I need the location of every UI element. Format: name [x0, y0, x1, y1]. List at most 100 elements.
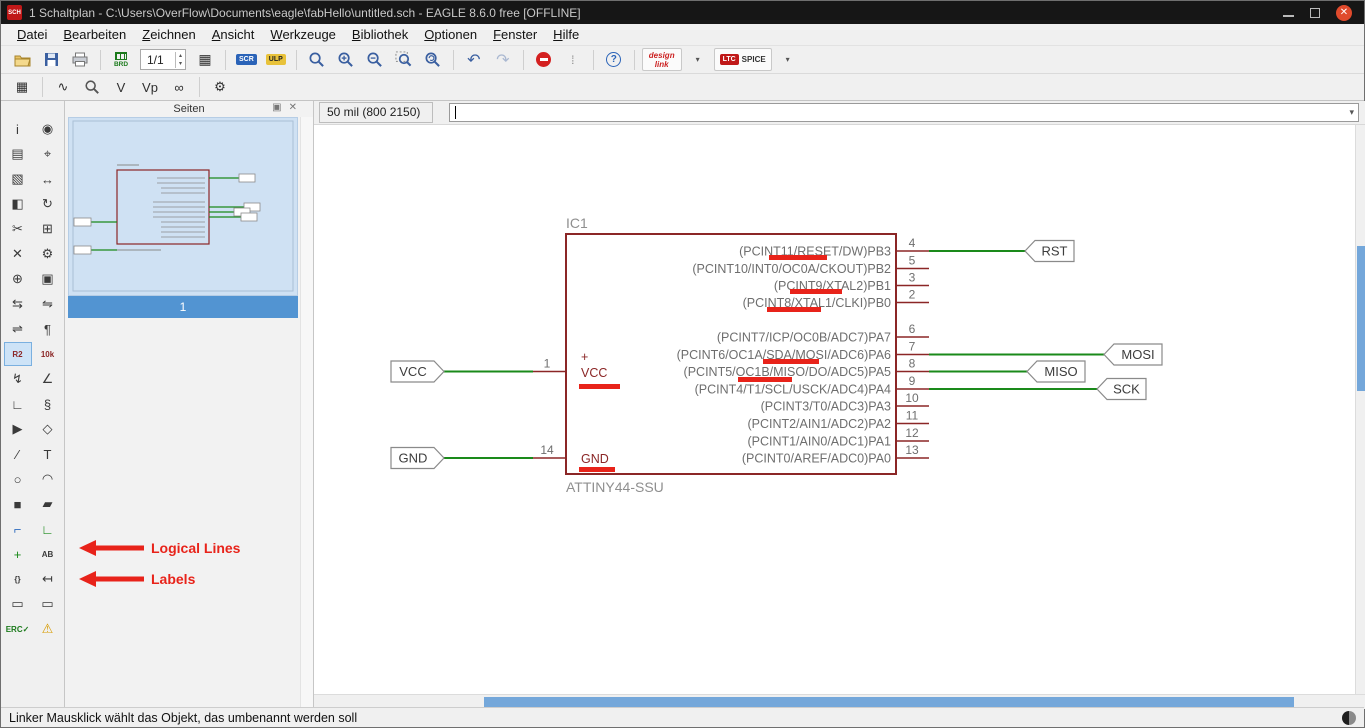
menu-bearbeiten[interactable]: Bearbeiten [55, 25, 134, 44]
schematic-drawing[interactable]: IC1ATTINY44-SSU4(PCINT11/RESET/DW)PB3 RST… [314, 125, 1355, 694]
tool-add-part[interactable]: ⊕ [4, 267, 32, 291]
vertical-scrollbar-thumb[interactable] [1357, 246, 1365, 391]
tool-info[interactable]: i [4, 117, 32, 141]
menu-optionen[interactable]: Optionen [416, 25, 485, 44]
voltage-phase-probe-button[interactable]: Vp [137, 76, 163, 99]
tool-tag[interactable]: ◇ [34, 417, 62, 441]
sheet-spinner[interactable]: ▴ ▾ [175, 51, 185, 68]
tool-net[interactable]: ∟ [34, 517, 62, 541]
maximize-button[interactable] [1310, 7, 1320, 18]
stop-button[interactable] [531, 48, 557, 71]
tool-mark[interactable]: ⌖ [34, 142, 62, 166]
tool-name[interactable]: R2 [3, 342, 32, 366]
tool-gateswap[interactable]: ⇋ [34, 292, 62, 316]
tool-arc[interactable]: ◠ [34, 467, 62, 491]
ltcspice-dropdown[interactable]: ▾ [775, 48, 801, 71]
tool-miter[interactable]: ∠ [34, 367, 62, 391]
tool-display[interactable]: ▤ [4, 142, 32, 166]
voltage-probe-button[interactable]: V [108, 76, 134, 99]
menu-fenster[interactable]: Fenster [485, 25, 545, 44]
tool-module[interactable]: ▭ [34, 592, 62, 616]
switch-to-board-button[interactable]: BRD [108, 48, 134, 71]
tool-richtext[interactable]: ¶ [34, 317, 62, 341]
open-button[interactable] [9, 48, 35, 71]
overflow-dots-icon[interactable]: ⁞ [560, 48, 586, 71]
tool-polygon[interactable]: ▰ [34, 492, 62, 516]
tool-paste[interactable]: ▣ [34, 267, 62, 291]
undo-button[interactable]: ↶ [461, 48, 487, 71]
tool-errors[interactable]: ⚠ [34, 617, 62, 641]
net-label-sck[interactable]: SCK [1113, 382, 1140, 397]
signal-wire-button[interactable]: ∿ [50, 76, 76, 99]
zoom-probe-button[interactable] [79, 76, 105, 99]
run-ulp-button[interactable]: ULP [263, 48, 289, 71]
tool-mirror[interactable]: ◧ [4, 192, 32, 216]
ltcspice-button[interactable]: LTC SPICE [713, 48, 772, 71]
zoom-out-button[interactable] [362, 48, 388, 71]
save-button[interactable] [38, 48, 64, 71]
designlink-button[interactable]: design link [641, 48, 682, 71]
menu-hilfe[interactable]: Hilfe [545, 25, 587, 44]
vertical-scrollbar[interactable] [1355, 125, 1365, 694]
tool-dimension[interactable]: ↤ [34, 567, 62, 591]
tool-rect[interactable]: ■ [4, 492, 32, 516]
ic-ref-label[interactable]: IC1 [566, 215, 588, 231]
tool-replace[interactable]: ⇌ [4, 317, 32, 341]
tool-rotate[interactable]: ↻ [34, 192, 62, 216]
tool-smash[interactable]: ↯ [4, 367, 32, 391]
tool-change[interactable]: ⚙ [34, 242, 62, 266]
tool-pinswap[interactable]: ⇆ [4, 292, 32, 316]
sheet-selector[interactable]: 1/1 ▴ ▾ [140, 49, 187, 70]
menu-datei[interactable]: Datei [9, 25, 55, 44]
redo-button[interactable]: ↷ [490, 48, 516, 71]
print-button[interactable] [67, 48, 93, 71]
sheet-list-button[interactable]: ▦ [192, 48, 218, 71]
tool-label[interactable]: AB [34, 542, 62, 566]
tool-cut[interactable]: ✂ [4, 217, 32, 241]
tool-group[interactable]: ▧ [4, 167, 32, 191]
zoom-in-button[interactable] [333, 48, 359, 71]
run-script-button[interactable]: SCR [233, 48, 260, 71]
net-label-mosi[interactable]: MOSI [1121, 347, 1154, 362]
tool-frame[interactable]: ▭ [4, 592, 32, 616]
tool-erc[interactable]: ERC✓ [4, 617, 32, 641]
pages-scrollbar[interactable] [300, 117, 313, 709]
probe-link-button[interactable]: ∞ [166, 76, 192, 99]
command-input[interactable]: ▾ [449, 103, 1359, 122]
tool-value[interactable]: 10k [34, 342, 62, 366]
zoom-fit-button[interactable] [304, 48, 330, 71]
designlink-dropdown[interactable]: ▾ [685, 48, 711, 71]
close-panel-icon[interactable]: ✕ [289, 102, 297, 113]
menu-bibliothek[interactable]: Bibliothek [344, 25, 416, 44]
tool-attribute[interactable]: {} [4, 567, 32, 591]
net-label-gnd[interactable]: GND [399, 451, 428, 466]
frame-grid-button[interactable]: ▦ [9, 76, 35, 99]
chevron-down-icon[interactable]: ▾ [1349, 107, 1354, 118]
tool-wire[interactable]: ∕ [4, 442, 32, 466]
net-label-vcc[interactable]: VCC [399, 364, 426, 379]
settings-button[interactable]: ⚙ [207, 76, 233, 99]
net-label-rst[interactable]: RST [1042, 244, 1068, 259]
tool-show[interactable]: ◉ [34, 117, 62, 141]
page-list-item-1[interactable]: 1 [68, 296, 298, 318]
tool-arrow[interactable]: ▶ [4, 417, 32, 441]
dock-panel-icon[interactable]: ▣ [272, 102, 281, 113]
schematic-canvas[interactable]: IC1 ATTINY44-SSU 4 (PCINT11/RESET/DW)PB3 RST… [314, 125, 1355, 694]
tool-text[interactable]: T [34, 442, 62, 466]
page-thumbnail[interactable] [68, 117, 298, 296]
help-button[interactable]: ? [601, 48, 627, 71]
close-button[interactable]: ✕ [1336, 4, 1352, 21]
zoom-redraw-button[interactable] [420, 48, 446, 71]
status-indicator-icon[interactable] [1342, 710, 1356, 725]
tool-move[interactable]: ↔ [34, 167, 62, 191]
tool-invoke[interactable]: § [34, 392, 62, 416]
minimize-button[interactable] [1283, 14, 1294, 17]
tool-split[interactable]: ∟ [4, 392, 32, 416]
tool-bus[interactable]: ⌐ [4, 517, 32, 541]
tool-copy[interactable]: ⊞ [34, 217, 62, 241]
zoom-select-button[interactable] [391, 48, 417, 71]
menu-zeichnen[interactable]: Zeichnen [134, 25, 204, 44]
ic-value-label[interactable]: ATTINY44-SSU [566, 479, 664, 495]
tool-delete[interactable]: ✕ [4, 242, 32, 266]
tool-circle[interactable]: ○ [4, 467, 32, 491]
